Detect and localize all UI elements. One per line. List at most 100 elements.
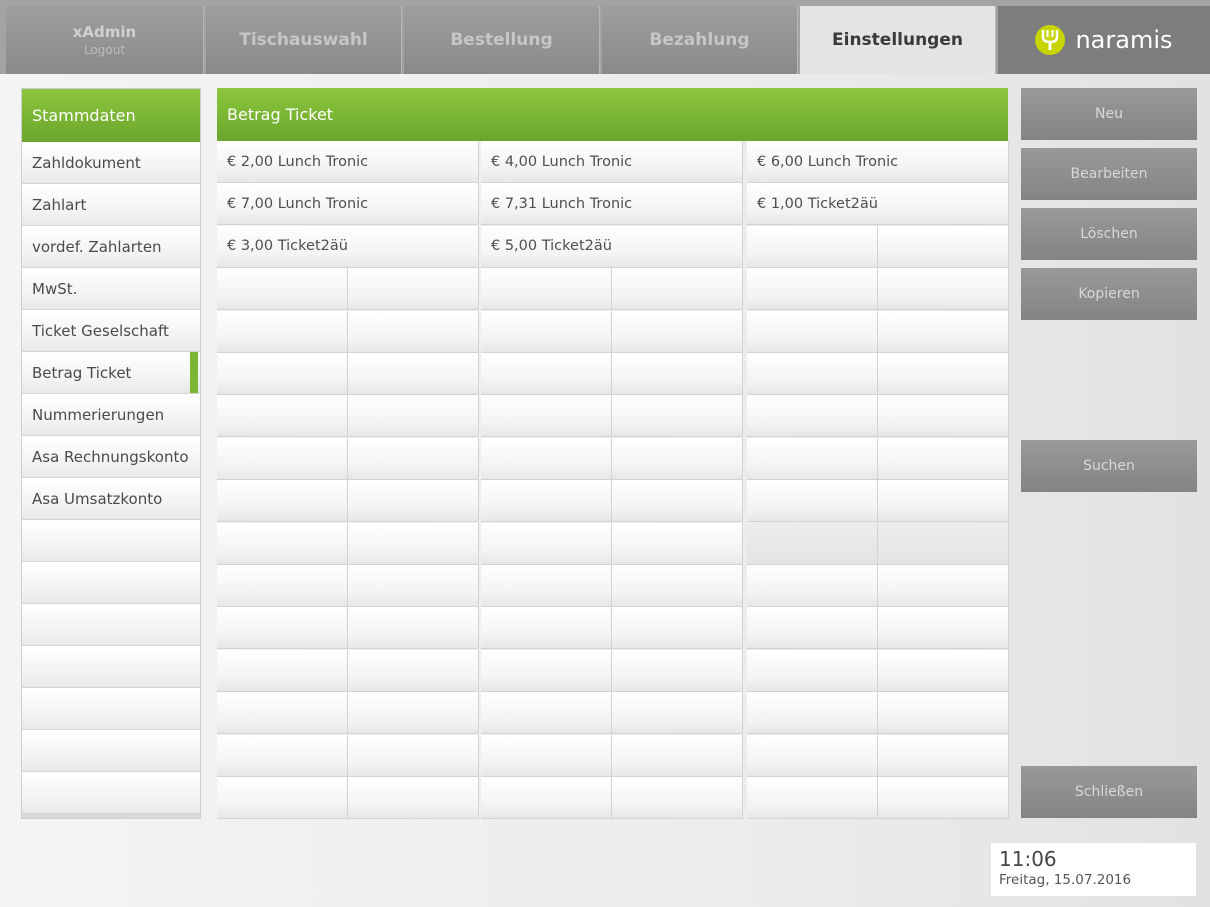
- empty-grid-cell[interactable]: [348, 777, 479, 819]
- empty-grid-cell[interactable]: [481, 649, 612, 692]
- empty-grid-cell[interactable]: [747, 777, 878, 819]
- empty-grid-cell[interactable]: [612, 353, 743, 395]
- empty-grid-cell[interactable]: [217, 395, 348, 438]
- empty-grid-cell[interactable]: [878, 353, 1009, 395]
- empty-grid-cell[interactable]: [481, 353, 612, 395]
- empty-grid-cell[interactable]: [217, 353, 348, 395]
- empty-grid-cell[interactable]: [481, 268, 612, 311]
- empty-grid-cell[interactable]: [878, 268, 1009, 311]
- empty-grid-cell[interactable]: [878, 480, 1009, 523]
- empty-grid-cell[interactable]: [217, 480, 348, 523]
- empty-grid-cell[interactable]: [612, 734, 743, 777]
- empty-grid-cell[interactable]: [878, 437, 1009, 480]
- tab-bezahlung[interactable]: Bezahlung: [602, 6, 798, 74]
- sidebar-item-vordef-zahlarten[interactable]: vordef. Zahlarten: [22, 226, 200, 268]
- empty-grid-cell[interactable]: [348, 734, 479, 777]
- empty-grid-cell[interactable]: [747, 395, 878, 438]
- empty-grid-cell[interactable]: [878, 777, 1009, 819]
- tab-einstellungen[interactable]: Einstellungen: [800, 6, 996, 74]
- ticket-amount-cell[interactable]: € 7,31 Lunch Tronic: [481, 183, 743, 226]
- empty-grid-cell[interactable]: [348, 649, 479, 692]
- ticket-amount-cell[interactable]: € 4,00 Lunch Tronic: [481, 141, 743, 183]
- new-button[interactable]: Neu: [1021, 88, 1197, 140]
- delete-button[interactable]: Löschen: [1021, 208, 1197, 260]
- sidebar-item-asa-rechnungskonto[interactable]: Asa Rechnungskonto: [22, 436, 200, 478]
- empty-grid-cell[interactable]: [481, 777, 612, 819]
- empty-grid-cell[interactable]: [217, 649, 348, 692]
- empty-grid-cell[interactable]: [217, 522, 348, 565]
- empty-grid-cell[interactable]: [612, 437, 743, 480]
- empty-grid-cell[interactable]: [348, 437, 479, 480]
- copy-button[interactable]: Kopieren: [1021, 268, 1197, 320]
- empty-grid-cell[interactable]: [481, 734, 612, 777]
- empty-grid-cell[interactable]: [481, 692, 612, 735]
- empty-grid-cell[interactable]: [878, 649, 1009, 692]
- empty-grid-cell[interactable]: [612, 692, 743, 735]
- sidebar-item-zahldokument[interactable]: Zahldokument: [22, 142, 200, 184]
- empty-grid-cell[interactable]: [747, 268, 878, 311]
- ticket-amount-cell[interactable]: € 1,00 Ticket2äü: [747, 183, 1009, 226]
- empty-grid-cell[interactable]: [878, 522, 1009, 565]
- empty-grid-cell[interactable]: [481, 395, 612, 438]
- close-button[interactable]: Schließen: [1021, 766, 1197, 818]
- empty-grid-cell[interactable]: [878, 395, 1009, 438]
- empty-grid-cell[interactable]: [348, 310, 479, 353]
- tab-bestellung[interactable]: Bestellung: [404, 6, 600, 74]
- tab-tischauswahl[interactable]: Tischauswahl: [206, 6, 402, 74]
- ticket-amount-cell[interactable]: € 5,00 Ticket2äü: [481, 225, 743, 268]
- empty-grid-cell[interactable]: [217, 777, 348, 819]
- empty-grid-cell[interactable]: [348, 565, 479, 607]
- empty-grid-cell[interactable]: [217, 565, 348, 607]
- empty-grid-cell[interactable]: [612, 565, 743, 607]
- empty-grid-cell[interactable]: [348, 268, 479, 311]
- edit-button[interactable]: Bearbeiten: [1021, 148, 1197, 200]
- empty-grid-cell[interactable]: [217, 310, 348, 353]
- empty-grid-cell[interactable]: [878, 310, 1009, 353]
- empty-grid-cell[interactable]: [217, 607, 348, 650]
- empty-grid-cell[interactable]: [878, 225, 1009, 268]
- empty-grid-cell[interactable]: [612, 480, 743, 523]
- empty-grid-cell[interactable]: [747, 437, 878, 480]
- empty-grid-cell[interactable]: [747, 734, 878, 777]
- ticket-amount-cell[interactable]: € 7,00 Lunch Tronic: [217, 183, 479, 226]
- empty-grid-cell[interactable]: [878, 607, 1009, 650]
- empty-grid-cell[interactable]: [747, 649, 878, 692]
- empty-grid-cell[interactable]: [612, 522, 743, 565]
- empty-grid-cell[interactable]: [747, 565, 878, 607]
- empty-grid-cell[interactable]: [878, 692, 1009, 735]
- logout-link[interactable]: Logout: [84, 43, 125, 57]
- empty-grid-cell[interactable]: [348, 480, 479, 523]
- sidebar-item-ticket-geselschaft[interactable]: Ticket Geselschaft: [22, 310, 200, 352]
- empty-grid-cell[interactable]: [481, 565, 612, 607]
- empty-grid-cell[interactable]: [878, 565, 1009, 607]
- empty-grid-cell[interactable]: [348, 353, 479, 395]
- sidebar-item-nummerierungen[interactable]: Nummerierungen: [22, 394, 200, 436]
- empty-grid-cell[interactable]: [747, 522, 878, 565]
- sidebar-item-mwst[interactable]: MwSt.: [22, 268, 200, 310]
- empty-grid-cell[interactable]: [217, 437, 348, 480]
- ticket-amount-cell[interactable]: € 2,00 Lunch Tronic: [217, 141, 479, 183]
- sidebar-item-asa-umsatzkonto[interactable]: Asa Umsatzkonto: [22, 478, 200, 520]
- sidebar-item-zahlart[interactable]: Zahlart: [22, 184, 200, 226]
- empty-grid-cell[interactable]: [481, 480, 612, 523]
- empty-grid-cell[interactable]: [481, 310, 612, 353]
- empty-grid-cell[interactable]: [612, 268, 743, 311]
- user-tab[interactable]: xAdmin Logout: [6, 6, 204, 74]
- empty-grid-cell[interactable]: [747, 310, 878, 353]
- empty-grid-cell[interactable]: [481, 607, 612, 650]
- empty-grid-cell[interactable]: [747, 480, 878, 523]
- empty-grid-cell[interactable]: [348, 522, 479, 565]
- empty-grid-cell[interactable]: [217, 268, 348, 311]
- empty-grid-cell[interactable]: [348, 607, 479, 650]
- empty-grid-cell[interactable]: [878, 734, 1009, 777]
- empty-grid-cell[interactable]: [747, 225, 878, 268]
- empty-grid-cell[interactable]: [747, 607, 878, 650]
- empty-grid-cell[interactable]: [481, 522, 612, 565]
- empty-grid-cell[interactable]: [747, 692, 878, 735]
- empty-grid-cell[interactable]: [217, 734, 348, 777]
- empty-grid-cell[interactable]: [612, 777, 743, 819]
- ticket-amount-cell[interactable]: € 3,00 Ticket2äü: [217, 225, 479, 268]
- empty-grid-cell[interactable]: [612, 310, 743, 353]
- empty-grid-cell[interactable]: [217, 692, 348, 735]
- empty-grid-cell[interactable]: [747, 353, 878, 395]
